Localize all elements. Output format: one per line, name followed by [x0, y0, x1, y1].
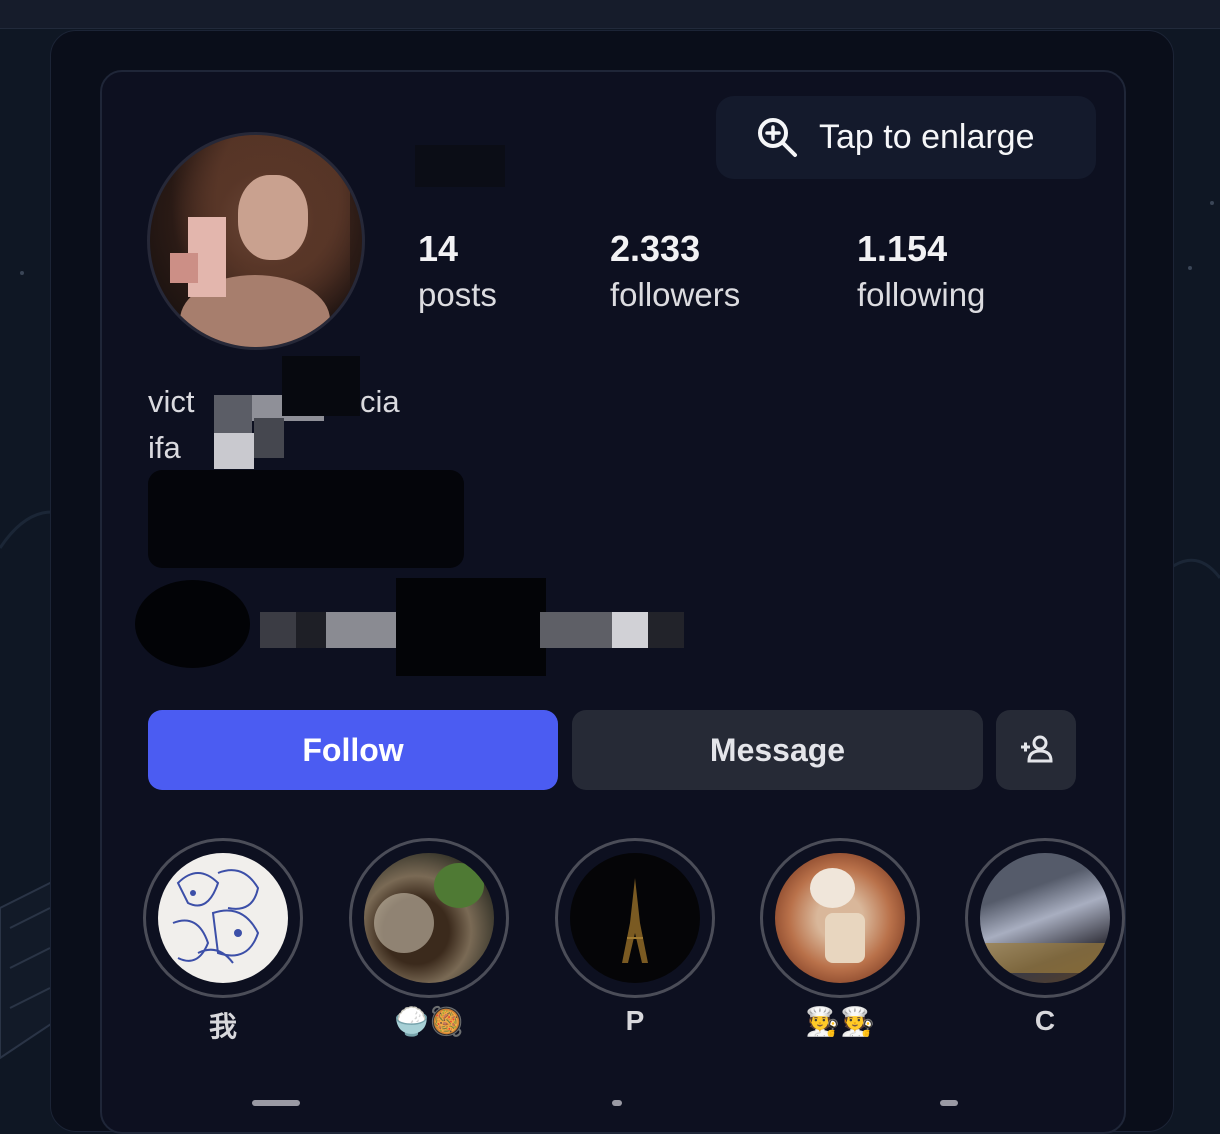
tap-to-enlarge-label: Tap to enlarge: [819, 118, 1035, 156]
highlight-3-label: P: [625, 1005, 645, 1036]
bio-pixelation: [214, 395, 252, 433]
top-bar: [0, 0, 1220, 29]
add-person-icon: [1021, 735, 1053, 763]
follow-button[interactable]: Follow: [148, 710, 558, 790]
following-label[interactable]: following: [857, 276, 985, 314]
message-button[interactable]: Message: [572, 710, 983, 790]
posts-count: 14: [418, 228, 459, 269]
sketch-faces-thumbnail: [172, 869, 260, 964]
tap-to-enlarge-button[interactable]: Tap to enlarge: [716, 96, 1096, 179]
redacted-username: [415, 145, 505, 187]
highlight-1[interactable]: [143, 838, 303, 998]
suggest-people-button[interactable]: [996, 710, 1076, 790]
followers-label[interactable]: followers: [610, 276, 740, 314]
highlight-2[interactable]: [349, 838, 509, 998]
highlight-4[interactable]: [760, 838, 920, 998]
highlight-2-label: 🍚🥘: [394, 1006, 464, 1037]
bio-name-end: cia: [360, 384, 400, 419]
highlight-1-label: 我: [208, 1011, 237, 1042]
highlight-3[interactable]: [555, 838, 715, 998]
highlight-4-label: 🧑‍🍳🧑‍🍳: [805, 1006, 875, 1037]
zoom-in-icon: [758, 118, 797, 157]
highlight-5[interactable]: [965, 838, 1125, 998]
posts-label: posts: [418, 276, 497, 313]
redacted-link: [148, 470, 464, 568]
following-count[interactable]: 1.154: [857, 228, 947, 270]
eiffel-tower-thumbnail: [622, 878, 648, 963]
redacted-mutual-avatar: [135, 580, 250, 668]
bio-name-start: vict: [148, 384, 195, 419]
highlight-5-label: C: [1034, 1005, 1056, 1036]
bio-line-start: ifa: [148, 430, 181, 465]
followers-count[interactable]: 2.333: [610, 228, 700, 270]
profile-avatar[interactable]: [147, 132, 365, 350]
